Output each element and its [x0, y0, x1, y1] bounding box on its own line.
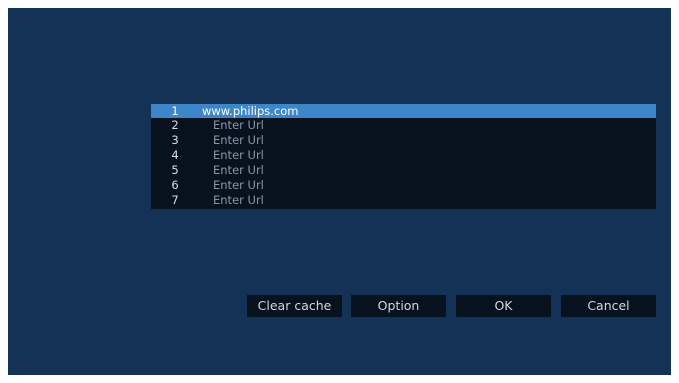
url-item-number: 6	[171, 178, 179, 192]
url-list: 1 www.philips.com 2 Enter Url 3 Enter Ur…	[151, 104, 656, 209]
url-settings-screen: 1 www.philips.com 2 Enter Url 3 Enter Ur…	[8, 8, 671, 375]
url-item-placeholder: Enter Url	[213, 193, 264, 207]
url-item-number: 7	[171, 193, 179, 207]
url-item-number: 3	[171, 133, 179, 147]
url-list-item-4[interactable]: 4 Enter Url	[151, 148, 656, 162]
url-item-placeholder: Enter Url	[213, 163, 264, 177]
url-item-number: 4	[171, 148, 179, 162]
url-list-item-7[interactable]: 7 Enter Url	[151, 193, 656, 207]
url-list-item-6[interactable]: 6 Enter Url	[151, 178, 656, 192]
url-item-number: 5	[171, 163, 179, 177]
clear-cache-button[interactable]: Clear cache	[247, 295, 342, 317]
url-item-text: www.philips.com	[202, 104, 299, 118]
url-item-placeholder: Enter Url	[213, 118, 264, 132]
url-item-placeholder: Enter Url	[213, 178, 264, 192]
url-item-placeholder: Enter Url	[213, 148, 264, 162]
url-list-item-5[interactable]: 5 Enter Url	[151, 163, 656, 177]
url-item-placeholder: Enter Url	[213, 133, 264, 147]
option-button[interactable]: Option	[351, 295, 446, 317]
url-list-item-1[interactable]: 1 www.philips.com	[151, 104, 656, 118]
url-list-item-2[interactable]: 2 Enter Url	[151, 118, 656, 132]
cancel-button[interactable]: Cancel	[561, 295, 656, 317]
url-list-item-3[interactable]: 3 Enter Url	[151, 133, 656, 147]
url-item-number: 2	[171, 118, 179, 132]
url-item-number: 1	[171, 104, 179, 118]
ok-button[interactable]: OK	[456, 295, 551, 317]
